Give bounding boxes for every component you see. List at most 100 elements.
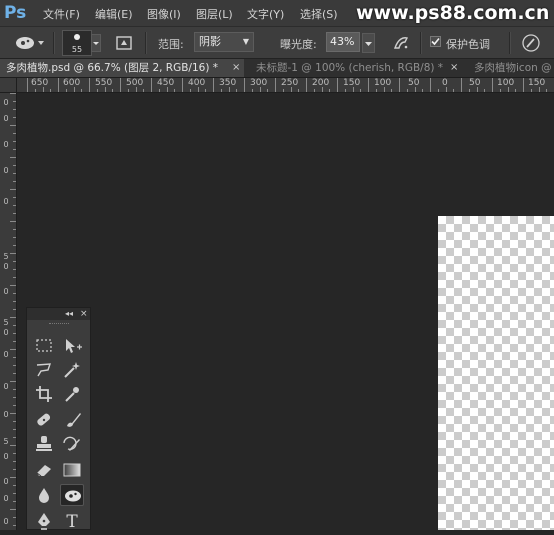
ruler-tick: [10, 93, 16, 94]
gradient-icon[interactable]: [60, 459, 84, 481]
ruler-tick: [290, 87, 292, 92]
ruler-tick: [13, 237, 16, 238]
ruler-label: 150: [528, 78, 546, 88]
ruler-tick: [13, 245, 16, 246]
brush-preset-picker[interactable]: 55: [62, 30, 92, 56]
ruler-label: 600: [63, 78, 81, 88]
ruler-tick: [13, 309, 16, 310]
type-icon[interactable]: T: [60, 510, 84, 532]
transparent-layer-canvas[interactable]: [438, 216, 554, 530]
healing-brush-icon[interactable]: [32, 409, 56, 431]
ruler-tick: [34, 89, 36, 92]
ruler-tick: [13, 365, 16, 366]
menu-edit[interactable]: 编辑(E): [95, 6, 133, 22]
ruler-label: 0: [3, 140, 9, 149]
tab-document-2[interactable]: 未标题-1 @ 100% (cherish, RGB/8) *: [250, 59, 462, 77]
pressure-size-icon[interactable]: [521, 33, 541, 53]
ruler-tick: [104, 87, 106, 92]
ruler-label: 0: [3, 452, 9, 461]
ruler-tick: [13, 453, 16, 454]
menu-type[interactable]: 文字(Y): [247, 6, 284, 22]
ruler-tick: [220, 89, 222, 92]
ruler-tick: [368, 78, 369, 92]
ruler-tick: [321, 87, 323, 92]
range-select[interactable]: 阴影 ▼: [194, 32, 254, 52]
protect-tones-label: 保护色调: [446, 38, 490, 51]
ruler-tick: [127, 89, 129, 92]
ruler-tick: [120, 78, 121, 92]
menu-layer[interactable]: 图层(L): [196, 6, 233, 22]
ruler-label: 0: [3, 350, 9, 359]
ruler-tick: [213, 78, 214, 92]
tools-panel: ◂◂ × T: [26, 307, 91, 532]
ruler-label: 100: [497, 78, 515, 88]
eraser-icon[interactable]: [32, 459, 56, 481]
protect-tones-checkbox[interactable]: [430, 36, 441, 47]
brush-tip-icon: [74, 34, 80, 40]
clone-stamp-icon[interactable]: [32, 433, 56, 455]
magic-wand-icon[interactable]: [60, 359, 84, 381]
tab-document-2-close-icon[interactable]: ×: [450, 59, 458, 77]
menu-file[interactable]: 文件(F): [43, 6, 80, 22]
ruler-label: 0: [3, 494, 9, 503]
horizontal-ruler[interactable]: 650 600 550 500 450 400 350 300 250 200 …: [17, 78, 554, 93]
brush-icon[interactable]: [60, 409, 84, 431]
tools-panel-header[interactable]: ◂◂ ×: [27, 308, 90, 320]
ruler-tick: [282, 89, 284, 92]
ruler-tick: [189, 89, 191, 92]
brush-preset-dropdown[interactable]: [91, 34, 101, 52]
ruler-label: 0: [3, 477, 9, 486]
ruler-tick: [166, 87, 168, 92]
ruler-tick: [10, 253, 16, 254]
exposure-slider-dropdown[interactable]: [362, 33, 375, 53]
options-separator: [509, 32, 511, 54]
ruler-tick: [267, 89, 269, 92]
ruler-tick: [275, 78, 276, 92]
sponge-tool-preset-icon[interactable]: [14, 33, 48, 53]
ruler-tick: [391, 89, 393, 92]
ruler-tick: [42, 87, 44, 92]
ruler-tick: [453, 89, 455, 92]
ruler-tick: [313, 89, 315, 92]
tab-document-3[interactable]: 多肉植物icon @: [468, 59, 554, 77]
menu-bar: Ps 文件(F) 编辑(E) 图像(I) 图层(L) 文字(Y) 选择(S) w…: [0, 0, 554, 26]
tab-document-1[interactable]: 多肉植物.psd @ 66.7% (图层 2, RGB/16) *: [0, 59, 244, 77]
ruler-tick: [484, 89, 486, 92]
ruler-tick: [13, 357, 16, 358]
ruler-tick: [546, 89, 548, 92]
sponge-icon[interactable]: [60, 484, 84, 506]
ruler-tick: [10, 157, 16, 158]
ruler-origin[interactable]: [0, 78, 17, 93]
ruler-tick: [445, 87, 447, 92]
ruler-tick: [10, 189, 16, 190]
blur-icon[interactable]: [32, 484, 56, 506]
ruler-tick: [174, 89, 176, 92]
close-icon[interactable]: ×: [80, 308, 88, 320]
ruler-tick: [58, 78, 59, 92]
ruler-tick: [13, 213, 16, 214]
tab-document-1-close-icon[interactable]: ×: [232, 59, 240, 77]
exposure-label: 曝光度:: [280, 38, 317, 51]
ruler-tick: [13, 493, 16, 494]
crop-icon[interactable]: [32, 383, 56, 405]
photoshop-logo: Ps: [4, 3, 27, 23]
menu-image[interactable]: 图像(I): [147, 6, 181, 22]
ruler-tick: [523, 78, 524, 92]
collapse-icon[interactable]: ◂◂: [65, 308, 73, 320]
airbrush-icon[interactable]: [391, 33, 411, 53]
history-brush-icon[interactable]: [60, 433, 84, 455]
pen-icon[interactable]: [32, 510, 56, 532]
range-label: 范围:: [158, 38, 184, 51]
panel-grip[interactable]: [49, 323, 69, 326]
ruler-label: 0: [3, 382, 9, 391]
rectangular-marquee-icon[interactable]: [32, 335, 56, 357]
vertical-ruler[interactable]: 0 0 0 0 0 5 0 0 5 0 0 0 0 5 0 0 0 0: [0, 93, 17, 530]
menu-select[interactable]: 选择(S): [300, 6, 338, 22]
lasso-icon[interactable]: [32, 359, 56, 381]
brush-panel-toggle-icon[interactable]: [114, 33, 134, 53]
ruler-tick: [13, 421, 16, 422]
move-icon[interactable]: [60, 335, 84, 357]
exposure-input[interactable]: 43%: [326, 32, 360, 52]
eyedropper-icon[interactable]: [60, 383, 84, 405]
ruler-tick: [13, 269, 16, 270]
